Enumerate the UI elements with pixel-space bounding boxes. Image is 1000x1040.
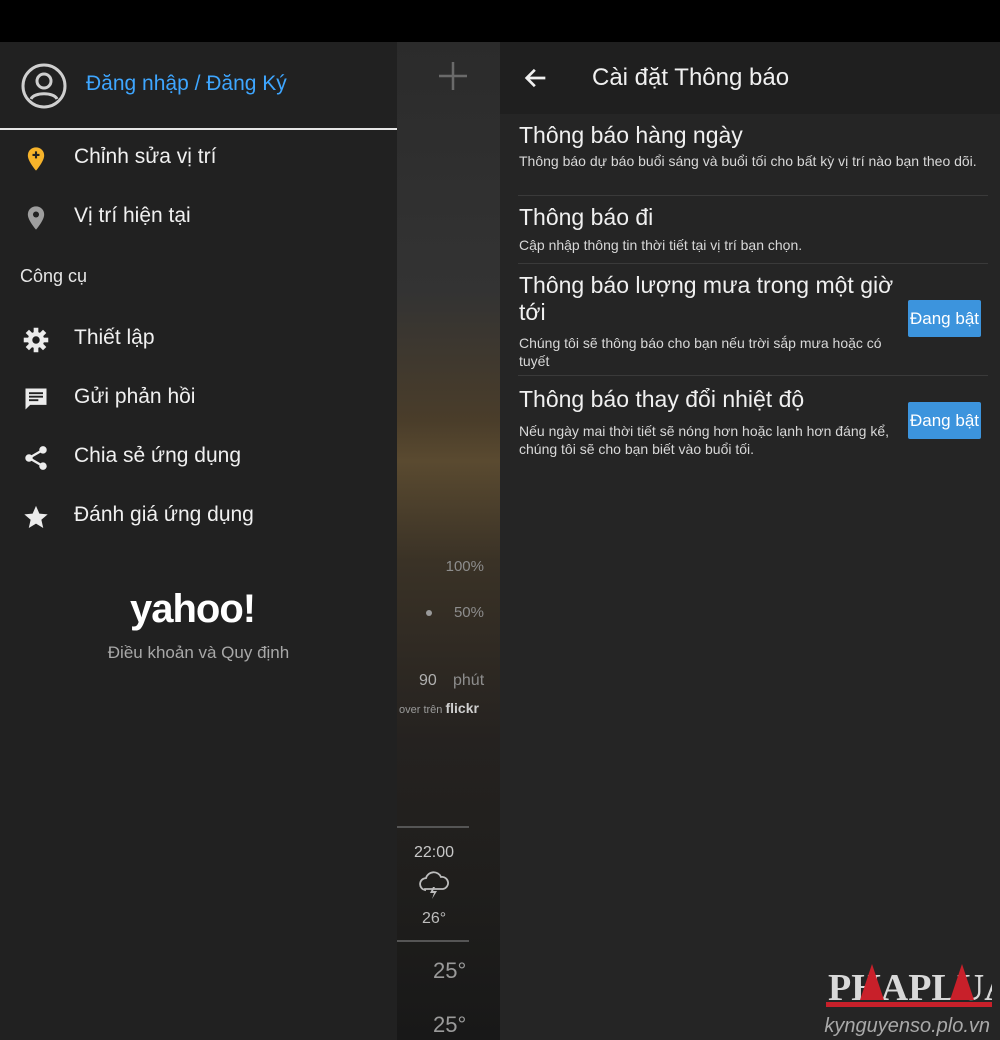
watermark-text: kynguyenso.plo.vn <box>824 1015 990 1037</box>
back-arrow-icon[interactable] <box>522 64 550 92</box>
svg-text:yahoo!: yahoo! <box>130 587 255 631</box>
precip-scale-50: 50% <box>453 604 484 621</box>
precipitation-toggle-button[interactable]: Đang bật <box>908 300 981 337</box>
add-location-icon <box>439 62 467 90</box>
nav-item-label: Vị trí hiện tại <box>74 204 191 227</box>
navigation-drawer: Đăng nhập / Đăng Ký Chỉnh sửa vị trí Vị … <box>0 42 397 1040</box>
setting-title: Thông báo hàng ngày <box>519 122 743 148</box>
setting-description: Thông báo dự báo buổi sáng và buổi tối c… <box>519 153 977 169</box>
account-header[interactable]: Đăng nhập / Đăng Ký <box>0 42 397 130</box>
location-pin-add-icon <box>27 147 45 171</box>
gear-icon <box>23 327 49 353</box>
share-icon <box>25 446 47 470</box>
divider <box>518 263 988 264</box>
account-circle-icon <box>21 63 67 109</box>
setting-title: Thông báo thay đổi nhiệt độ <box>519 386 805 412</box>
flickr-logo: flickr <box>445 700 479 716</box>
divider <box>518 195 988 196</box>
watermark-logo: PHAPLUAT <box>826 964 992 1009</box>
precip-dot <box>426 610 432 616</box>
setting-description: Chúng tôi sẽ thông báo cho bạn nếu trời … <box>519 335 882 369</box>
nav-item-current-location[interactable]: Vị trí hiện tại <box>0 190 397 246</box>
nav-item-feedback[interactable]: Gửi phản hồi <box>0 371 397 427</box>
minutes-label: phút <box>453 672 485 689</box>
nav-item-settings[interactable]: Thiết lập <box>0 312 397 368</box>
forecast-temp: 26° <box>422 910 447 927</box>
status-bar <box>0 0 1000 42</box>
thunderstorm-icon <box>419 871 449 899</box>
nav-item-label: Chia sẻ ứng dụng <box>74 444 242 467</box>
login-register-link[interactable]: Đăng nhập / Đăng Ký <box>86 72 287 96</box>
setting-row-travel[interactable]: Thông báo đi Cập nhập thông tin thời tiế… <box>510 200 988 264</box>
setting-row-temperature[interactable]: Thông báo thay đổi nhiệt độ Nếu ngày mai… <box>510 380 988 464</box>
nav-item-edit-location[interactable]: Chỉnh sửa vị trí <box>0 131 397 187</box>
setting-row-precipitation[interactable]: Thông báo lượng mưa trong một giờ tới Ch… <box>510 268 988 376</box>
feedback-icon <box>25 388 47 410</box>
setting-description: Cập nhập thông tin thời tiết tại vị trí … <box>519 237 803 253</box>
temperature-toggle-button[interactable]: Đang bật <box>908 402 981 439</box>
location-pin-icon <box>27 206 45 230</box>
page-title: Cài đặt Thông báo <box>592 64 790 91</box>
divider <box>518 375 988 376</box>
nav-item-label: Đánh giá ứng dụng <box>74 503 254 526</box>
forecast-hour: 22:00 <box>414 844 455 861</box>
star-icon <box>24 505 48 528</box>
daily-temp: 25° <box>433 958 467 983</box>
nav-item-rate-app[interactable]: Đánh giá ứng dụng <box>0 489 397 545</box>
divider <box>397 826 469 828</box>
minutes-value: 90 <box>419 672 437 689</box>
nav-item-label: Thiết lập <box>74 326 155 349</box>
precip-scale-100: 100% <box>445 558 484 575</box>
yahoo-logo: yahoo! <box>130 587 256 631</box>
setting-title: Thông báo đi <box>519 204 654 230</box>
settings-header: Cài đặt Thông báo <box>500 42 1000 114</box>
nav-item-share-app[interactable]: Chia sẻ ứng dụng <box>0 430 397 486</box>
setting-description: Nếu ngày mai thời tiết sẽ nóng hơn hoặc … <box>519 423 890 457</box>
divider <box>397 940 469 942</box>
photo-credit: over trên flickr <box>399 700 479 716</box>
nav-item-label: Gửi phản hồi <box>74 385 196 408</box>
weather-background-strip: 100% 50% 90 phút over trên flickr 22:00 … <box>397 42 500 1040</box>
nav-item-label: Chỉnh sửa vị trí <box>74 145 217 168</box>
tools-section-title: Công cụ <box>20 266 88 286</box>
setting-row-daily[interactable]: Thông báo hàng ngày Thông báo dự báo buổ… <box>510 118 988 196</box>
setting-title: Thông báo lượng mưa trong một giờ tới <box>519 272 894 325</box>
notification-settings-panel: Cài đặt Thông báo Thông báo hàng ngày Th… <box>500 42 1000 1040</box>
terms-link[interactable]: Điều khoản và Quy định <box>0 643 397 663</box>
daily-temp: 25° <box>433 1012 467 1037</box>
